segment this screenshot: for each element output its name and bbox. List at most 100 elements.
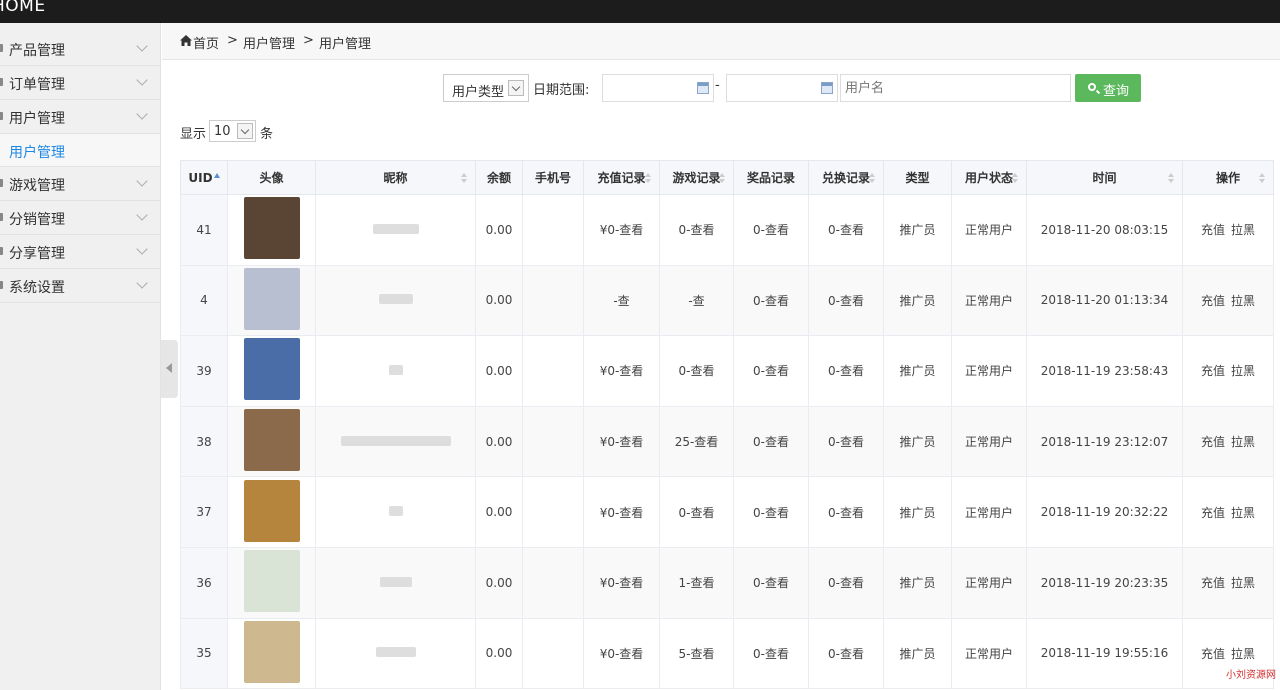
cell-game-link[interactable]: 1-查看 [659,546,734,619]
recharge-button[interactable]: 充值 [1201,435,1225,449]
col-header-status[interactable]: 用户状态 [951,160,1027,195]
col-header-phone[interactable]: 手机号 [522,160,584,195]
col-header-label: 头像 [259,171,284,185]
username-input[interactable] [840,74,1071,102]
cell-recharge-link[interactable]: ¥0-查看 [583,617,660,690]
recharge-button[interactable]: 充值 [1201,364,1225,378]
col-header-recharge[interactable]: 充值记录 [583,160,660,195]
recharge-button[interactable]: 充值 [1201,576,1225,590]
cell-time: 2018-11-19 23:12:07 [1026,405,1183,478]
cell-prize-link[interactable]: 0-查看 [733,335,809,407]
col-header-prize[interactable]: 奖品记录 [733,160,809,195]
cell-phone [522,194,584,266]
cell-balance: 0.00 [475,546,523,619]
cell-exchange-link[interactable]: 0-查看 [808,335,884,407]
cell-prize-link[interactable]: 0-查看 [733,405,809,478]
breadcrumb-level1[interactable]: 用户管理 [243,33,295,52]
sidebar-item-users[interactable]: 用户管理 [0,100,160,134]
cell-game-link[interactable]: 25-查看 [659,405,734,478]
cell-exchange-link[interactable]: 0-查看 [808,546,884,619]
col-header-actions[interactable]: 操作 [1182,160,1274,195]
table-row: 38 0.00 ¥0-查看 25-查看 0-查看 0-查看 推广员 正常用户 2018-11-1… [180,405,1274,478]
recharge-button[interactable]: 充值 [1201,647,1225,661]
user-type-select[interactable]: 用户类型 [443,74,529,102]
sidebar-item-settings[interactable]: 系统设置 [0,269,160,303]
col-header-time[interactable]: 时间 [1026,160,1183,195]
col-header-label: 充值记录 [597,171,646,185]
blacklist-button[interactable]: 拉黑 [1231,435,1255,449]
cell-game-link[interactable]: 5-查看 [659,617,734,690]
sidebar-item-games[interactable]: 游戏管理 [0,167,160,201]
cell-balance: 0.00 [475,194,523,266]
chevron-down-icon [136,74,148,86]
cell-game-link[interactable]: -查 [659,264,734,337]
calendar-icon[interactable] [697,82,709,94]
cell-prize-link[interactable]: 0-查看 [733,617,809,690]
blacklist-button[interactable]: 拉黑 [1231,576,1255,590]
chevron-down-icon [136,243,148,255]
sidebar-item-distribution[interactable]: 分销管理 [0,201,160,235]
cell-actions: 充值 拉黑 [1182,546,1274,619]
col-header-nickname[interactable]: 昵称 [315,160,476,195]
calendar-icon[interactable] [821,82,833,94]
blacklist-button[interactable]: 拉黑 [1231,506,1255,520]
col-header-balance[interactable]: 余额 [475,160,523,195]
blurred-nickname [340,435,451,446]
cell-nickname [315,194,476,266]
cell-type: 推广员 [883,546,952,619]
end-date-input[interactable] [726,74,838,102]
cell-uid: 35 [180,617,228,690]
cell-balance: 0.00 [475,617,523,690]
search-button[interactable]: 查询 [1075,74,1141,102]
table-row: 39 0.00 ¥0-查看 0-查看 0-查看 0-查看 推广员 正常用户 2018-11-19… [180,335,1274,407]
cell-recharge-link[interactable]: ¥0-查看 [583,546,660,619]
box-icon [0,44,3,52]
sidebar-item-orders[interactable]: 订单管理 [0,66,160,100]
cell-game-link[interactable]: 0-查看 [659,194,734,266]
avatar [243,550,300,613]
col-header-game[interactable]: 游戏记录 [659,160,734,195]
cell-exchange-link[interactable]: 0-查看 [808,405,884,478]
cell-exchange-link[interactable]: 0-查看 [808,194,884,266]
avatar [243,267,300,330]
cell-prize-link[interactable]: 0-查看 [733,546,809,619]
cell-type: 推广员 [883,617,952,690]
blacklist-button[interactable]: 拉黑 [1231,223,1255,237]
cell-prize-link[interactable]: 0-查看 [733,476,809,548]
cell-recharge-link[interactable]: ¥0-查看 [583,335,660,407]
col-header-exchange[interactable]: 兑换记录 [808,160,884,195]
cell-time: 2018-11-19 19:55:16 [1026,617,1183,690]
recharge-button[interactable]: 充值 [1201,506,1225,520]
main-content: 首页 > 用户管理 > 用户管理 用户类型 日期范围: - 查询 显示 10 条… [162,23,1280,690]
cell-time: 2018-11-20 08:03:15 [1026,194,1183,266]
cell-game-link[interactable]: 0-查看 [659,335,734,407]
cell-recharge-link[interactable]: ¥0-查看 [583,476,660,548]
start-date-input[interactable] [602,74,714,102]
cell-recharge-link[interactable]: -查 [583,264,660,337]
cell-game-link[interactable]: 0-查看 [659,476,734,548]
col-header-uid[interactable]: UID [180,160,228,195]
avatar [243,409,300,472]
cell-time: 2018-11-19 23:58:43 [1026,335,1183,407]
blacklist-button[interactable]: 拉黑 [1231,647,1255,661]
page-length-select[interactable]: 10 [209,120,256,142]
sidebar-item-label: 产品管理 [9,43,65,59]
cell-status: 正常用户 [951,617,1027,690]
cell-recharge-link[interactable]: ¥0-查看 [583,405,660,478]
cell-exchange-link[interactable]: 0-查看 [808,264,884,337]
cell-avatar [227,194,316,266]
sidebar-subitem-users[interactable]: 用户管理 [0,134,160,167]
blacklist-button[interactable]: 拉黑 [1231,364,1255,378]
cell-exchange-link[interactable]: 0-查看 [808,617,884,690]
sidebar-item-products[interactable]: 产品管理 [0,32,160,66]
recharge-button[interactable]: 充值 [1201,294,1225,308]
cell-prize-link[interactable]: 0-查看 [733,194,809,266]
blacklist-button[interactable]: 拉黑 [1231,294,1255,308]
recharge-button[interactable]: 充值 [1201,223,1225,237]
breadcrumb-home[interactable]: 首页 [193,33,219,52]
sidebar-item-sharing[interactable]: 分享管理 [0,235,160,269]
cell-recharge-link[interactable]: ¥0-查看 [583,194,660,266]
cell-exchange-link[interactable]: 0-查看 [808,476,884,548]
col-header-type[interactable]: 类型 [883,160,952,195]
cell-prize-link[interactable]: 0-查看 [733,264,809,337]
